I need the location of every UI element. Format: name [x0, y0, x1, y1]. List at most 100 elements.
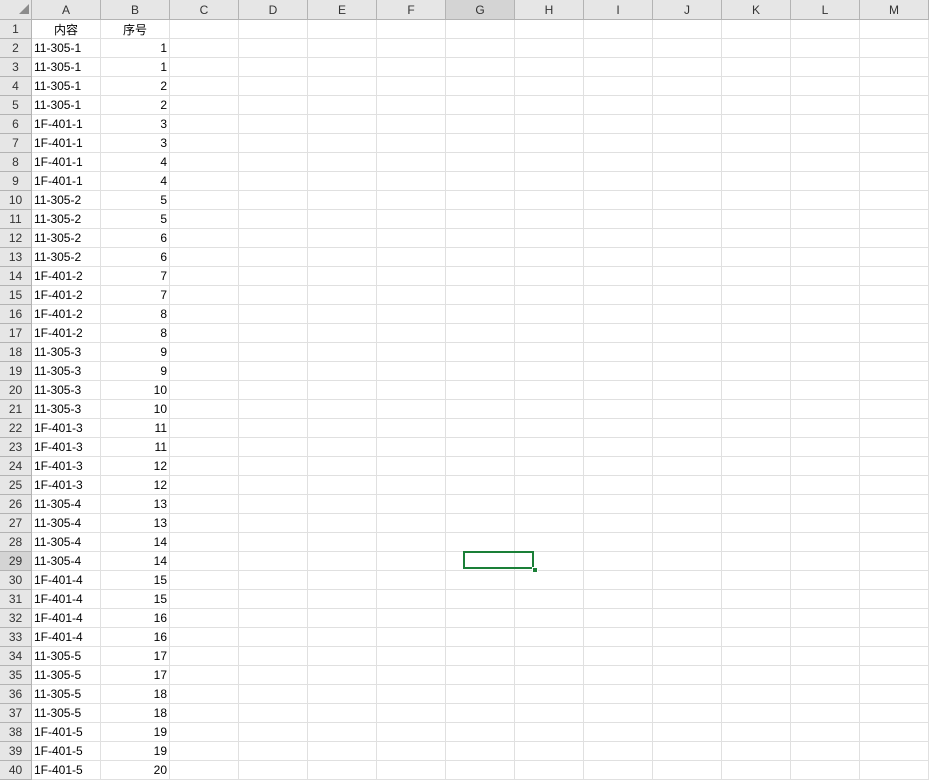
- row-header-12[interactable]: 12: [0, 229, 32, 248]
- cell-H5[interactable]: [515, 96, 584, 115]
- cell-F25[interactable]: [377, 476, 446, 495]
- cell-D4[interactable]: [239, 77, 308, 96]
- cell-F17[interactable]: [377, 324, 446, 343]
- cell-G15[interactable]: [446, 286, 515, 305]
- cell-D7[interactable]: [239, 134, 308, 153]
- cell-K2[interactable]: [722, 39, 791, 58]
- cell-B25[interactable]: 12: [101, 476, 170, 495]
- row-header-11[interactable]: 11: [0, 210, 32, 229]
- cell-I5[interactable]: [584, 96, 653, 115]
- cell-D3[interactable]: [239, 58, 308, 77]
- cell-L15[interactable]: [791, 286, 860, 305]
- cell-K11[interactable]: [722, 210, 791, 229]
- cell-K20[interactable]: [722, 381, 791, 400]
- cell-L16[interactable]: [791, 305, 860, 324]
- cell-C16[interactable]: [170, 305, 239, 324]
- cell-D38[interactable]: [239, 723, 308, 742]
- cell-M39[interactable]: [860, 742, 929, 761]
- cell-J39[interactable]: [653, 742, 722, 761]
- cell-I31[interactable]: [584, 590, 653, 609]
- cell-H38[interactable]: [515, 723, 584, 742]
- cell-A32[interactable]: 1F-401-4: [32, 609, 101, 628]
- cell-F6[interactable]: [377, 115, 446, 134]
- cell-F30[interactable]: [377, 571, 446, 590]
- cell-M40[interactable]: [860, 761, 929, 780]
- cell-K23[interactable]: [722, 438, 791, 457]
- cell-E14[interactable]: [308, 267, 377, 286]
- cell-B5[interactable]: 2: [101, 96, 170, 115]
- cell-E11[interactable]: [308, 210, 377, 229]
- cell-G4[interactable]: [446, 77, 515, 96]
- cell-H15[interactable]: [515, 286, 584, 305]
- cell-D15[interactable]: [239, 286, 308, 305]
- row-header-23[interactable]: 23: [0, 438, 32, 457]
- cell-I33[interactable]: [584, 628, 653, 647]
- cell-F31[interactable]: [377, 590, 446, 609]
- cell-F22[interactable]: [377, 419, 446, 438]
- cell-J19[interactable]: [653, 362, 722, 381]
- cell-B9[interactable]: 4: [101, 172, 170, 191]
- cell-C1[interactable]: [170, 20, 239, 39]
- cell-H20[interactable]: [515, 381, 584, 400]
- cell-I27[interactable]: [584, 514, 653, 533]
- cell-H39[interactable]: [515, 742, 584, 761]
- cell-C15[interactable]: [170, 286, 239, 305]
- cell-C24[interactable]: [170, 457, 239, 476]
- cell-I19[interactable]: [584, 362, 653, 381]
- cell-H13[interactable]: [515, 248, 584, 267]
- cell-J17[interactable]: [653, 324, 722, 343]
- row-header-24[interactable]: 24: [0, 457, 32, 476]
- cell-H22[interactable]: [515, 419, 584, 438]
- cell-C9[interactable]: [170, 172, 239, 191]
- cell-F12[interactable]: [377, 229, 446, 248]
- cell-C23[interactable]: [170, 438, 239, 457]
- cell-E27[interactable]: [308, 514, 377, 533]
- cell-I14[interactable]: [584, 267, 653, 286]
- cell-D30[interactable]: [239, 571, 308, 590]
- cell-B11[interactable]: 5: [101, 210, 170, 229]
- cell-G23[interactable]: [446, 438, 515, 457]
- cell-J2[interactable]: [653, 39, 722, 58]
- cell-F23[interactable]: [377, 438, 446, 457]
- cell-C3[interactable]: [170, 58, 239, 77]
- row-header-20[interactable]: 20: [0, 381, 32, 400]
- cell-I7[interactable]: [584, 134, 653, 153]
- cell-G39[interactable]: [446, 742, 515, 761]
- cell-D26[interactable]: [239, 495, 308, 514]
- cell-E16[interactable]: [308, 305, 377, 324]
- cell-M12[interactable]: [860, 229, 929, 248]
- cell-E18[interactable]: [308, 343, 377, 362]
- cell-D33[interactable]: [239, 628, 308, 647]
- cell-G40[interactable]: [446, 761, 515, 780]
- row-header-7[interactable]: 7: [0, 134, 32, 153]
- cell-F13[interactable]: [377, 248, 446, 267]
- cell-K6[interactable]: [722, 115, 791, 134]
- cell-M9[interactable]: [860, 172, 929, 191]
- row-header-15[interactable]: 15: [0, 286, 32, 305]
- cell-K14[interactable]: [722, 267, 791, 286]
- cell-B37[interactable]: 18: [101, 704, 170, 723]
- cell-B4[interactable]: 2: [101, 77, 170, 96]
- cell-D17[interactable]: [239, 324, 308, 343]
- cell-G32[interactable]: [446, 609, 515, 628]
- cell-G24[interactable]: [446, 457, 515, 476]
- cell-B36[interactable]: 18: [101, 685, 170, 704]
- cell-E17[interactable]: [308, 324, 377, 343]
- column-header-M[interactable]: M: [860, 0, 929, 20]
- row-header-6[interactable]: 6: [0, 115, 32, 134]
- column-header-C[interactable]: C: [170, 0, 239, 20]
- column-header-B[interactable]: B: [101, 0, 170, 20]
- cell-I3[interactable]: [584, 58, 653, 77]
- cell-B31[interactable]: 15: [101, 590, 170, 609]
- column-header-E[interactable]: E: [308, 0, 377, 20]
- cell-D27[interactable]: [239, 514, 308, 533]
- cell-M18[interactable]: [860, 343, 929, 362]
- cell-I9[interactable]: [584, 172, 653, 191]
- cell-H33[interactable]: [515, 628, 584, 647]
- cell-I1[interactable]: [584, 20, 653, 39]
- cell-G14[interactable]: [446, 267, 515, 286]
- cell-L36[interactable]: [791, 685, 860, 704]
- cell-B30[interactable]: 15: [101, 571, 170, 590]
- cell-L40[interactable]: [791, 761, 860, 780]
- cell-J29[interactable]: [653, 552, 722, 571]
